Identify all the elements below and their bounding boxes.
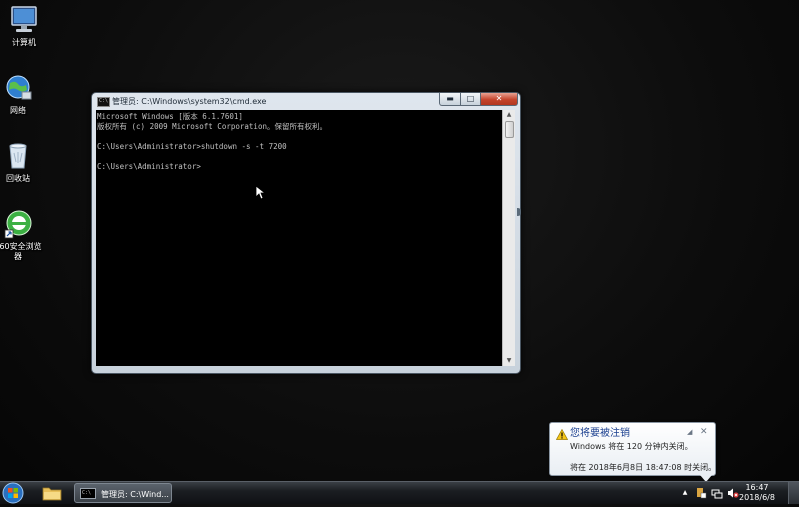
- mouse-cursor-icon: [256, 186, 266, 200]
- warning-icon: [556, 429, 568, 440]
- window-side-tab: [517, 208, 521, 216]
- notification-close-button[interactable]: ✕: [700, 427, 708, 437]
- notification-message: Windows 将在 120 分钟内关闭。: [570, 442, 693, 451]
- clock-date: 2018/6/8: [739, 493, 775, 502]
- tray-app-icon[interactable]: [695, 487, 707, 499]
- close-button[interactable]: ✕: [481, 93, 518, 106]
- pin-icon[interactable]: ◢: [687, 428, 692, 437]
- desktop-icon-recycle-bin[interactable]: 回收站: [0, 140, 42, 184]
- cmd-titlebar[interactable]: C:\ 管理员: C:\Windows\system32\cmd.exe ▬ □…: [92, 93, 520, 109]
- notification-title: 您将要被注销: [570, 428, 630, 439]
- vertical-scrollbar[interactable]: ▲ ▼: [502, 110, 515, 366]
- taskbar-explorer-button[interactable]: [38, 483, 66, 503]
- folder-icon: [42, 487, 62, 501]
- show-hidden-icons-button[interactable]: ▲: [679, 487, 691, 499]
- cmd-window[interactable]: C:\ 管理员: C:\Windows\system32\cmd.exe ▬ □…: [91, 92, 521, 374]
- cmd-icon: C:\: [80, 488, 96, 499]
- maximize-button[interactable]: □: [461, 93, 481, 106]
- scroll-thumb[interactable]: [505, 121, 514, 138]
- recycle-bin-icon: [9, 143, 27, 169]
- taskbar-cmd-label: 管理员: C:\Wind...: [101, 490, 169, 499]
- start-button[interactable]: [1, 482, 25, 504]
- console-line: Microsoft Windows [版本 6.1.7601]: [97, 112, 243, 121]
- computer-icon: [11, 6, 37, 32]
- notification-detail: 将在 2018年6月8日 18:47:08 时关闭。: [570, 463, 717, 472]
- browser-icon: [4, 210, 32, 239]
- clock[interactable]: 16:47 2018/6/8: [737, 483, 777, 503]
- console-line: 版权所有 (c) 2009 Microsoft Corporation。保留所有…: [97, 122, 327, 131]
- clock-time: 16:47: [745, 483, 769, 492]
- notification-balloon[interactable]: 您将要被注销 ◢ ✕ Windows 将在 120 分钟内关闭。 将在 2018…: [549, 422, 717, 482]
- network-status-icon[interactable]: [711, 487, 723, 499]
- desktop-icon-label: 计算机: [12, 38, 36, 47]
- desktop-icon-label: 360安全浏览: [0, 242, 42, 251]
- minimize-button[interactable]: ▬: [439, 93, 461, 106]
- desktop-icon-label: 网络: [10, 106, 26, 115]
- desktop-icon-computer[interactable]: 计算机: [0, 4, 48, 48]
- desktop-icon-network[interactable]: 网络: [0, 72, 42, 116]
- desktop-icon-label: 回收站: [6, 174, 30, 183]
- desktop-icon-label: 器: [14, 252, 22, 261]
- window-title: 管理员: C:\Windows\system32\cmd.exe: [112, 97, 267, 106]
- taskbar-cmd-button[interactable]: C:\ 管理员: C:\Wind...: [74, 483, 172, 503]
- cmd-icon: C:\: [97, 97, 110, 107]
- show-desktop-button[interactable]: [788, 482, 799, 504]
- system-tray: ▲ 16:47 2018/6/8: [679, 482, 799, 504]
- console-line: C:\Users\Administrator>shutdown -s -t 72…: [97, 142, 287, 151]
- scroll-up-arrow-icon[interactable]: ▲: [503, 110, 515, 120]
- taskbar: C:\ 管理员: C:\Wind... ▲ 16:47 2018/6/8: [0, 481, 799, 504]
- window-controls: ▬ □ ✕: [439, 93, 518, 106]
- console-prompt[interactable]: C:\Users\Administrator>: [97, 162, 502, 172]
- desktop-icon-360-browser[interactable]: 360安全浏览 器: [0, 208, 42, 262]
- network-icon: [6, 75, 32, 100]
- scroll-down-arrow-icon[interactable]: ▼: [503, 356, 515, 366]
- console-output[interactable]: Microsoft Windows [版本 6.1.7601] 版权所有 (c)…: [96, 110, 502, 366]
